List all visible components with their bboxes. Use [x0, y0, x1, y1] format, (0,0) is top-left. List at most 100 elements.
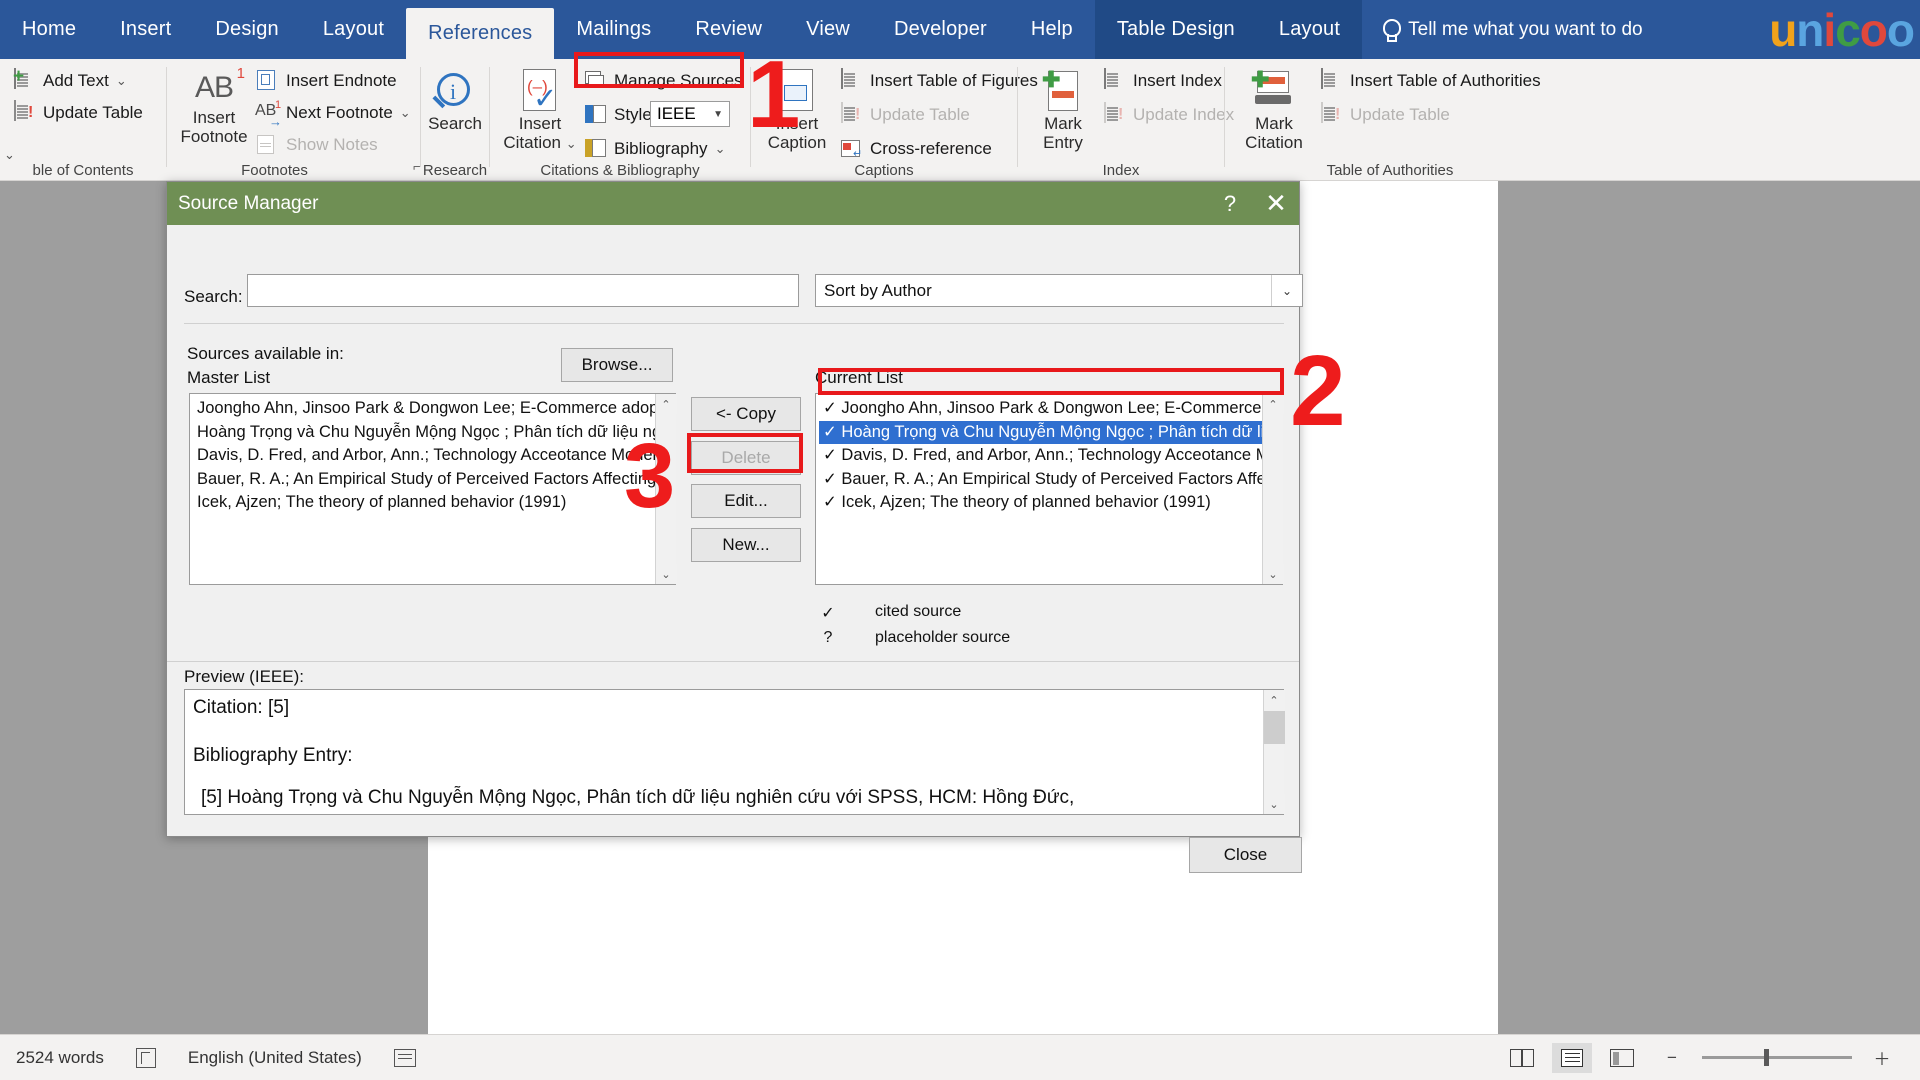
search-input[interactable]	[247, 274, 799, 307]
tab-mailings[interactable]: Mailings	[554, 0, 673, 59]
citation-style-select[interactable]: IEEE ▼	[650, 101, 730, 127]
tab-home[interactable]: Home	[0, 0, 98, 59]
list-item[interactable]: Icek, Ajzen; The theory of planned behav…	[193, 491, 673, 515]
tab-table-layout[interactable]: Layout	[1256, 0, 1363, 59]
current-list-scrollbar[interactable]: ⌃ ⌄	[1262, 394, 1284, 584]
read-mode-icon	[1510, 1048, 1534, 1067]
cross-reference-button[interactable]: ↵ Cross-reference	[841, 137, 992, 161]
insert-citation-button[interactable]: (–) ✓ Insert Citation ⌄	[500, 69, 580, 152]
delete-button: Delete	[691, 441, 801, 475]
insert-endnote-button[interactable]: Insert Endnote	[257, 69, 397, 93]
close-icon[interactable]: ✕	[1253, 182, 1299, 225]
manage-sources-label: Manage Sources	[614, 71, 743, 90]
manage-sources-button[interactable]: Manage Sources	[585, 69, 743, 93]
tab-help[interactable]: Help	[1009, 0, 1095, 59]
preview-label: Preview (IEEE):	[184, 667, 304, 686]
search-label: Search:	[184, 287, 243, 306]
list-item[interactable]: Davis, D. Fred, and Arbor, Ann.; Technol…	[193, 444, 673, 468]
update-table-toc-label: Update Table	[43, 103, 143, 122]
tab-design[interactable]: Design	[193, 0, 300, 59]
scroll-thumb[interactable]	[1264, 711, 1285, 744]
mark-citation-button[interactable]: ✚ Mark Citation	[1233, 69, 1315, 152]
master-list-box[interactable]: Joongho Ahn, Jinsoo Park & Dongwon Lee; …	[189, 393, 676, 585]
tab-table-design[interactable]: Table Design	[1094, 0, 1257, 59]
proofing-status[interactable]	[378, 1048, 432, 1067]
list-item[interactable]: ✓ Davis, D. Fred, and Arbor, Ann.; Techn…	[819, 444, 1280, 468]
preview-line	[185, 719, 1283, 745]
scroll-down-icon[interactable]: ⌄	[1262, 564, 1284, 584]
insert-table-of-authorities-button[interactable]: Insert Table of Authorities	[1321, 68, 1541, 93]
scroll-up-icon[interactable]: ⌃	[1263, 690, 1285, 710]
update-table-icon: !	[14, 100, 36, 125]
source-manager-dialog: Source Manager ? ✕ Search: Sort by Autho…	[166, 181, 1303, 873]
list-item[interactable]: Bauer, R. A.; An Empirical Study of Perc…	[193, 468, 673, 492]
show-notes-label: Show Notes	[286, 135, 378, 154]
tab-layout[interactable]: Layout	[301, 0, 406, 59]
chevron-down-icon: ⌄	[714, 141, 726, 156]
update-table-toc-button[interactable]: ! Update Table	[14, 100, 143, 125]
zoom-slider[interactable]	[1702, 1049, 1852, 1066]
tab-developer[interactable]: Developer	[872, 0, 1009, 59]
new-button[interactable]: New...	[691, 528, 801, 562]
toc-expand-icon[interactable]: ⌄	[4, 147, 15, 163]
accessibility-checker[interactable]	[120, 1047, 172, 1068]
group-label-table-of-contents: ble of Contents	[32, 162, 134, 179]
current-list-box[interactable]: ✓ Joongho Ahn, Jinsoo Park & Dongwon Lee…	[815, 393, 1283, 585]
scroll-down-icon[interactable]: ⌄	[1263, 794, 1285, 814]
list-item[interactable]: Joongho Ahn, Jinsoo Park & Dongwon Lee; …	[193, 397, 673, 421]
next-footnote-button[interactable]: AB 1 → Next Footnote ⌄	[255, 99, 411, 129]
zoom-in-button[interactable]: ＋	[1862, 1043, 1902, 1073]
search-label: Search	[428, 114, 482, 133]
update-index-label: Update Index	[1133, 105, 1235, 124]
annotation-step-2: 2	[1290, 335, 1346, 447]
bibliography-button[interactable]: Bibliography ⌄	[585, 137, 725, 161]
brand-watermark: unicoo	[1769, 3, 1915, 56]
cited-mark: ✓	[823, 493, 837, 512]
web-layout-button[interactable]	[1602, 1043, 1642, 1073]
word-count[interactable]: 2524 words	[0, 1048, 120, 1068]
preview-scrollbar[interactable]: ⌃ ⌄	[1263, 690, 1285, 814]
zoom-slider-thumb[interactable]	[1764, 1049, 1769, 1066]
list-item[interactable]: ✓ Hoàng Trọng và Chu Nguyễn Mộng Ngọc ; …	[819, 420, 1280, 445]
show-notes-icon	[257, 133, 279, 157]
preview-line: [5] Hoàng Trọng và Chu Nguyễn Mộng Ngọc,…	[201, 787, 1075, 808]
mark-entry-button[interactable]: ✚ Mark Entry	[1026, 69, 1100, 152]
language-status[interactable]: English (United States)	[172, 1048, 378, 1068]
tab-references[interactable]: References	[406, 8, 555, 59]
read-mode-button[interactable]	[1502, 1043, 1542, 1073]
scroll-up-icon[interactable]: ⌃	[655, 394, 677, 414]
tell-me-search[interactable]: Tell me what you want to do	[1362, 0, 1662, 59]
annotation-step-3: 3	[624, 425, 676, 527]
edit-button[interactable]: Edit...	[691, 484, 801, 518]
ribbon-group-table-of-authorities: ✚ Mark Citation Insert Table of Authorit…	[1225, 59, 1555, 181]
scroll-up-icon[interactable]: ⌃	[1262, 394, 1284, 414]
insert-table-of-figures-button[interactable]: Insert Table of Figures	[841, 68, 1038, 93]
list-item[interactable]: ✓ Joongho Ahn, Jinsoo Park & Dongwon Lee…	[819, 397, 1280, 421]
browse-button[interactable]: Browse...	[561, 348, 673, 382]
preview-box[interactable]: Citation: [5] Bibliography Entry: [5] Ho…	[184, 689, 1284, 815]
help-icon[interactable]: ?	[1207, 182, 1253, 225]
zoom-out-button[interactable]: −	[1652, 1043, 1692, 1073]
accessibility-icon	[135, 1047, 156, 1068]
citation-style-value: IEEE	[657, 104, 696, 123]
check-icon: ✓	[821, 605, 835, 622]
dialog-close-button[interactable]: Close	[1189, 837, 1302, 873]
insert-index-button[interactable]: Insert Index	[1104, 68, 1222, 93]
mark-citation-label-1: Mark	[1255, 114, 1293, 133]
copy-button[interactable]: <- Copy	[691, 397, 801, 431]
legend-cited-source: ✓ cited source	[817, 603, 1117, 622]
list-item[interactable]: Hoàng Trọng và Chu Nguyễn Mộng Ngọc ; Ph…	[193, 421, 673, 445]
print-layout-icon	[1561, 1048, 1583, 1067]
insert-footnote-button[interactable]: AB 1 Insert Footnote	[177, 65, 251, 146]
add-text-button[interactable]: + Add Text ⌄	[13, 67, 127, 93]
list-item[interactable]: ✓ Bauer, R. A.; An Empirical Study of Pe…	[819, 468, 1280, 492]
manage-sources-icon	[585, 69, 607, 93]
sort-select[interactable]: Sort by Author ⌄	[815, 274, 1303, 307]
list-item[interactable]: ✓ Icek, Ajzen; The theory of planned beh…	[819, 491, 1280, 515]
tab-insert[interactable]: Insert	[98, 0, 193, 59]
search-button[interactable]: i Search	[421, 71, 489, 134]
scroll-down-icon[interactable]: ⌄	[655, 564, 677, 584]
print-layout-button[interactable]	[1552, 1042, 1592, 1073]
language-label: English (United States)	[187, 1047, 362, 1067]
cited-mark: ✓	[823, 446, 837, 465]
